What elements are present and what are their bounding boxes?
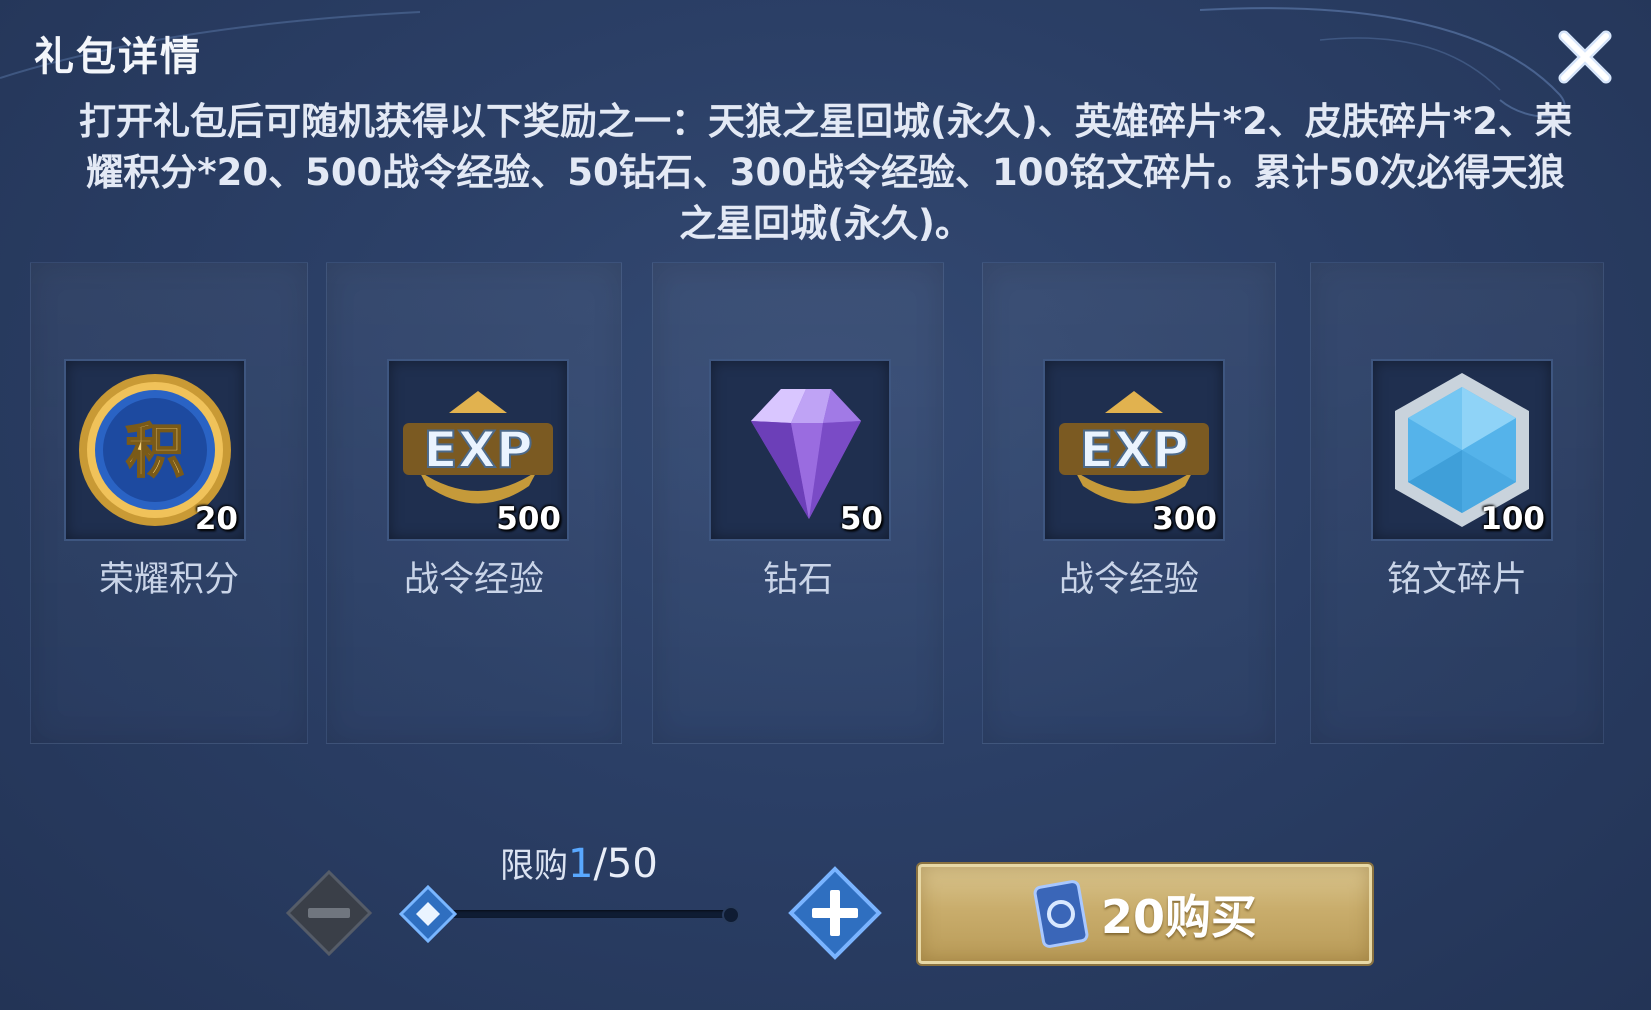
reward-grid: 积 20 荣耀积分 EXP 500 战令经验 50 钻石 EXP 300 战令经… — [30, 262, 1620, 744]
close-button[interactable] — [1552, 24, 1618, 90]
reward-name: 铭文碎片 — [1386, 560, 1527, 600]
reward-name: 钻石 — [762, 560, 833, 600]
close-icon — [1558, 30, 1612, 84]
limit-label: 限购 — [500, 846, 568, 886]
quantity-slider-thumb[interactable] — [398, 884, 458, 944]
minus-icon — [285, 869, 373, 957]
coupon-ticket-icon — [1033, 880, 1089, 948]
reward-icon-slot: EXP 300 — [1043, 359, 1225, 541]
limit-current: 1 — [568, 841, 594, 887]
purchase-limit: 限购1/50 — [500, 838, 658, 887]
reward-card[interactable]: EXP 300 战令经验 — [982, 262, 1276, 744]
svg-text:EXP: EXP — [423, 421, 532, 479]
reward-card[interactable]: 积 20 荣耀积分 — [30, 262, 308, 744]
reward-count: 50 — [839, 501, 883, 537]
gift-description: 打开礼包后可随机获得以下奖励之一：天狼之星回城(永久)、英雄碎片*2、皮肤碎片*… — [78, 100, 1572, 245]
reward-card[interactable]: 50 钻石 — [652, 262, 944, 744]
reward-count: 300 — [1152, 501, 1217, 537]
buy-button-label: 20购买 — [1100, 890, 1257, 944]
reward-icon-slot: EXP 500 — [387, 359, 569, 541]
reward-count: 20 — [194, 501, 238, 537]
reward-count: 500 — [496, 501, 561, 537]
svg-text:积: 积 — [126, 417, 184, 485]
reward-icon-slot: 积 20 — [64, 359, 246, 541]
reward-count: 100 — [1480, 501, 1545, 537]
reward-icon-slot: 100 — [1371, 359, 1553, 541]
reward-icon-slot: 50 — [709, 359, 891, 541]
reward-name: 战令经验 — [1058, 560, 1199, 600]
reward-card[interactable]: EXP 500 战令经验 — [326, 262, 622, 744]
limit-max: /50 — [593, 841, 658, 887]
reward-card[interactable]: 100 铭文碎片 — [1310, 262, 1604, 744]
reward-name: 战令经验 — [403, 560, 544, 600]
buy-button[interactable]: 20购买 — [918, 864, 1372, 964]
reward-name: 荣耀积分 — [98, 560, 239, 600]
increase-quantity-button[interactable] — [788, 866, 882, 960]
quantity-slider-end — [722, 906, 740, 924]
dialog-title: 礼包详情 — [34, 34, 202, 80]
plus-icon — [788, 866, 882, 960]
svg-text:EXP: EXP — [1079, 421, 1188, 479]
decrease-quantity-button[interactable] — [284, 868, 374, 958]
slider-thumb-icon — [398, 884, 458, 944]
quantity-slider-track[interactable] — [430, 910, 732, 918]
